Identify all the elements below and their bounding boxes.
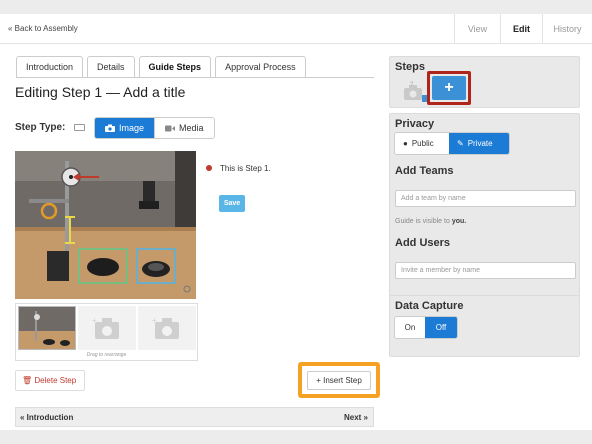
- delete-step-label: Delete Step: [34, 376, 77, 385]
- tab-guide-steps[interactable]: Guide Steps: [138, 56, 212, 78]
- tab-introduction[interactable]: Introduction: [16, 56, 84, 78]
- history-tab[interactable]: History: [542, 14, 592, 44]
- dial-indicator-photo: [15, 151, 196, 299]
- add-step-highlight: +: [427, 71, 471, 105]
- tab-divider: [16, 77, 374, 78]
- team-search-input[interactable]: Add a team by name: [395, 190, 576, 207]
- image-type-button[interactable]: Image: [95, 118, 155, 138]
- editor-tabs: Introduction Details Guide Steps Approva…: [16, 56, 310, 78]
- user-invite-input[interactable]: Invite a member by name: [395, 262, 576, 279]
- add-users-heading: Add Users: [395, 237, 451, 249]
- privacy-panel: Privacy ● Public ✎ Private Add Teams Add…: [389, 113, 580, 301]
- tab-details[interactable]: Details: [87, 56, 135, 78]
- svg-text:+: +: [92, 316, 97, 325]
- steps-heading: Steps: [395, 61, 425, 73]
- step-type-toggle: Image Media: [94, 117, 215, 139]
- add-teams-heading: Add Teams: [395, 165, 454, 177]
- globe-icon: ●: [403, 139, 408, 148]
- next-link[interactable]: Next »: [344, 413, 368, 422]
- guide-editor-page: « Back to Assembly View Edit History Int…: [0, 14, 592, 430]
- thumbnail-placeholder-2[interactable]: +: [78, 306, 136, 350]
- visibility-prefix: Guide is visible to: [395, 218, 452, 225]
- camera-icon: [105, 124, 115, 132]
- insert-step-label: Insert Step: [323, 376, 362, 385]
- plus-icon: +: [316, 376, 321, 385]
- step-main-image[interactable]: [15, 151, 196, 299]
- privacy-toggle: ● Public ✎ Private: [394, 132, 510, 155]
- capture-off-button[interactable]: Off: [425, 317, 457, 338]
- visibility-value: you.: [451, 218, 467, 225]
- steps-panel: Steps ? +: [389, 56, 580, 108]
- media-type-button[interactable]: Media: [154, 118, 214, 138]
- public-label: Public: [411, 139, 434, 148]
- trash-icon: 🗑: [22, 376, 33, 385]
- camera-icon: ?: [404, 82, 427, 102]
- view-tab[interactable]: View: [454, 14, 500, 44]
- thumbnail-placeholder-3[interactable]: +: [138, 306, 196, 350]
- step-thumbnail-icon[interactable]: ?: [403, 80, 427, 102]
- step-type-label: Step Type:: [15, 122, 66, 133]
- add-step-button[interactable]: +: [432, 76, 466, 100]
- data-capture-heading: Data Capture: [395, 300, 464, 312]
- privacy-heading: Privacy: [395, 118, 435, 130]
- edit-icon: ✎: [457, 139, 464, 148]
- data-capture-panel: Data Capture On Off: [389, 295, 580, 357]
- bullet-text[interactable]: This is Step 1.: [220, 164, 271, 173]
- insert-step-highlight: + Insert Step: [298, 362, 380, 398]
- bullet-dot: [206, 165, 212, 171]
- thumbnail-photo: [19, 307, 75, 349]
- drag-hint: Drag to rearrange: [86, 352, 127, 358]
- back-to-assembly-link[interactable]: « Back to Assembly: [8, 24, 78, 33]
- svg-text:+: +: [152, 316, 157, 325]
- step-pager: « Introduction Next »: [15, 407, 374, 427]
- add-photo-icon: +: [92, 316, 119, 339]
- visibility-note: Guide is visible to you.: [395, 218, 466, 225]
- image-thumbnail-strip: + + Drag to rearrange: [15, 303, 198, 361]
- capture-on-button[interactable]: On: [395, 317, 425, 338]
- private-button[interactable]: ✎ Private: [449, 133, 509, 154]
- private-label: Private: [467, 139, 493, 148]
- edit-tab[interactable]: Edit: [500, 14, 542, 44]
- tab-approval-process[interactable]: Approval Process: [215, 56, 306, 78]
- video-icon: [165, 125, 176, 131]
- thumbnail-image-1[interactable]: [18, 306, 76, 350]
- prev-introduction-link[interactable]: « Introduction: [20, 413, 73, 422]
- save-button[interactable]: Save: [219, 195, 245, 212]
- data-capture-toggle: On Off: [394, 316, 458, 339]
- top-nav: View Edit History: [454, 14, 592, 44]
- delete-step-button[interactable]: 🗑 Delete Step: [15, 370, 85, 391]
- public-button[interactable]: ● Public: [395, 133, 449, 154]
- top-bar: « Back to Assembly View Edit History: [0, 14, 592, 44]
- keyboard-icon: [74, 124, 85, 131]
- add-photo-icon: +: [152, 316, 179, 339]
- media-type-label: Media: [179, 123, 204, 133]
- image-type-label: Image: [119, 123, 145, 133]
- page-title: Editing Step 1 — Add a title: [15, 84, 186, 100]
- insert-step-button[interactable]: + Insert Step: [307, 371, 371, 390]
